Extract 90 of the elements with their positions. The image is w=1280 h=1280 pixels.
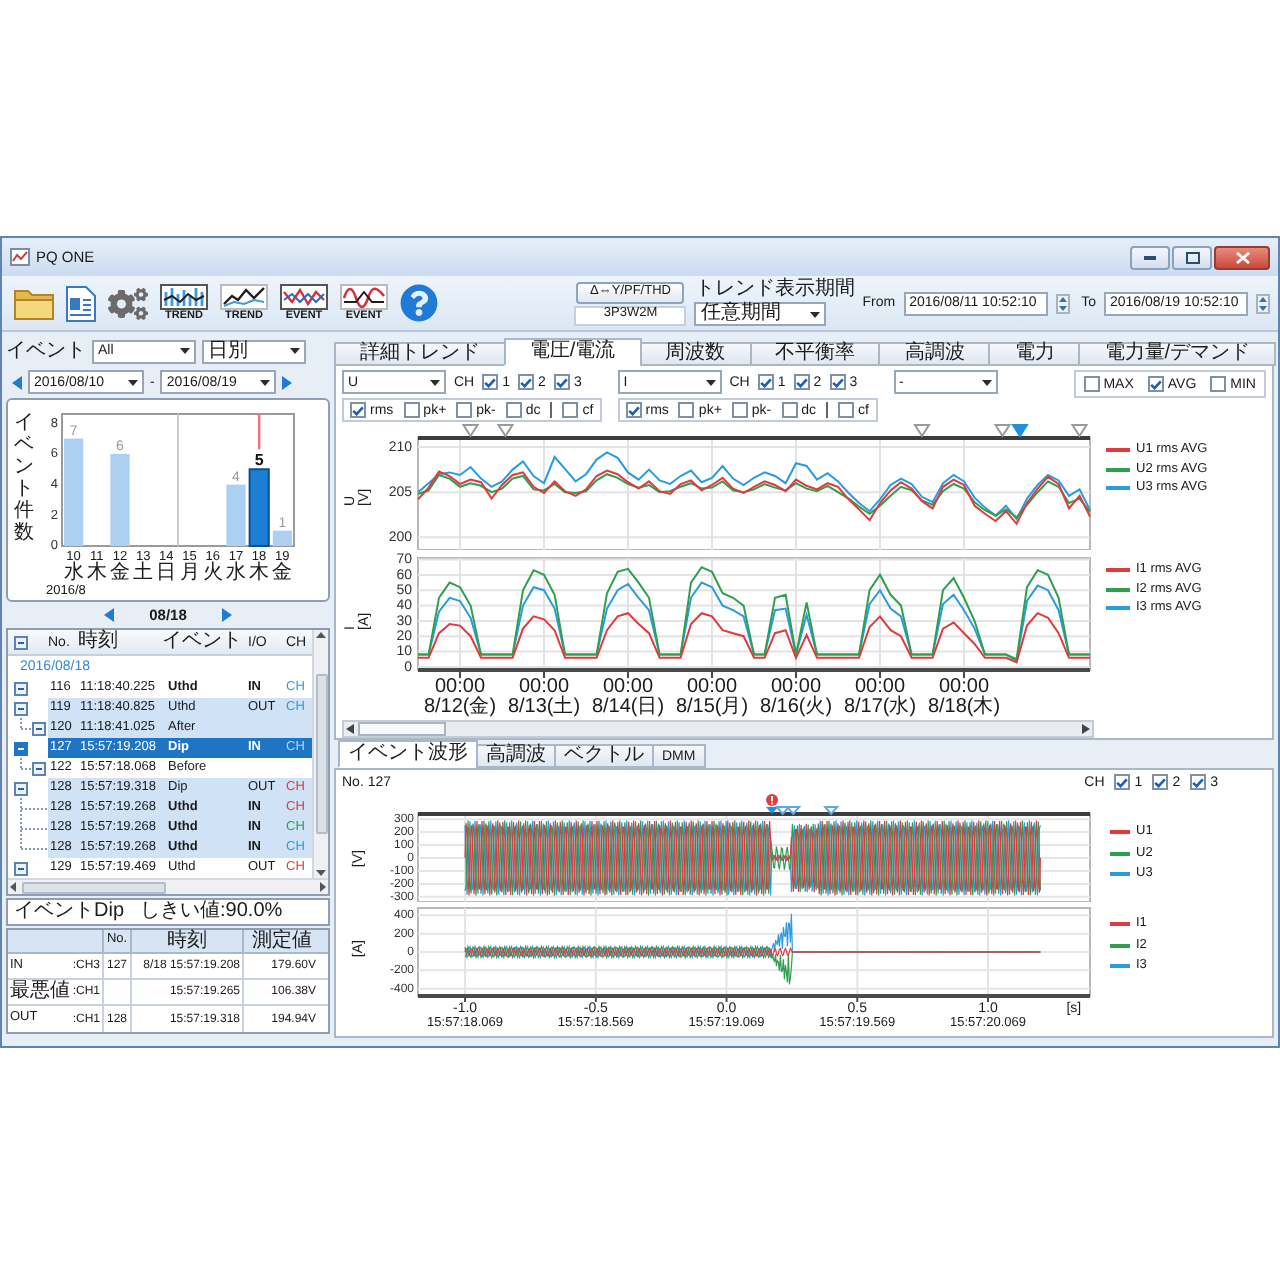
x-tick-label: 00:00 8/16(火) xyxy=(757,678,835,718)
help-icon xyxy=(400,284,438,322)
tab[interactable]: 電力量/デマンド xyxy=(1078,342,1277,366)
caret-icon xyxy=(180,348,190,354)
caret-icon xyxy=(128,379,138,385)
next-arrow-icon[interactable] xyxy=(282,375,293,389)
warning-icon xyxy=(766,794,779,806)
weekday-label: 土 xyxy=(133,564,154,584)
minus-box-icon xyxy=(32,761,46,775)
x-tick-label: 00:00 8/14(日) xyxy=(589,678,667,718)
caret-icon xyxy=(810,311,821,317)
tab[interactable]: 詳細トレンド xyxy=(334,342,506,366)
column-header: 時刻 xyxy=(132,930,244,952)
minus-box-icon[interactable] xyxy=(14,741,28,755)
minus-box-icon[interactable] xyxy=(14,701,28,715)
line-chart-icon xyxy=(220,283,268,310)
gears-icon xyxy=(108,287,148,319)
tab[interactable]: 不平衡率 xyxy=(749,342,881,366)
maximize-button[interactable] xyxy=(1172,245,1212,269)
scroll-up-icon[interactable] xyxy=(316,632,326,638)
document-icon xyxy=(66,285,96,321)
threshold-text: しきい値:90.0% xyxy=(140,902,283,922)
wave-chart-icon xyxy=(280,283,328,310)
close-button[interactable] xyxy=(1214,245,1270,269)
interval-dropdown[interactable]: 日別 xyxy=(202,339,306,363)
weekday-label: 木 xyxy=(249,564,270,584)
minus-box-icon[interactable] xyxy=(14,681,28,695)
minus-box-icon[interactable] xyxy=(14,861,28,875)
next-arrow-icon[interactable] xyxy=(222,608,233,622)
weekday-label: 火 xyxy=(202,564,223,584)
close-icon xyxy=(1235,251,1249,263)
x-tick-label: 00:00 8/18(木) xyxy=(925,678,1003,718)
x-tick-label: 00:00 8/15(月) xyxy=(673,678,751,718)
x-tick-label: 00:00 8/12(金) xyxy=(421,678,499,718)
caret-icon xyxy=(981,379,991,385)
event-filter-label: イベント xyxy=(6,341,86,361)
caret-icon xyxy=(260,379,271,385)
caret-icon xyxy=(430,379,440,385)
folder-icon xyxy=(14,287,54,319)
previous-arrow-icon[interactable] xyxy=(103,608,114,622)
weekday-label: 水 xyxy=(225,564,246,584)
event-name: イベントDip xyxy=(14,902,125,922)
scroll-thumb[interactable] xyxy=(358,722,446,736)
weekday-label: 日 xyxy=(156,564,177,584)
column-header[interactable]: イベント xyxy=(162,632,248,652)
scroll-right-icon[interactable] xyxy=(320,882,326,892)
horizontal-scrollbar[interactable] xyxy=(342,720,1094,738)
scroll-right-icon[interactable] xyxy=(1082,724,1090,734)
tab[interactable]: 電圧/電流 xyxy=(503,338,642,366)
scroll-thumb[interactable] xyxy=(315,674,327,834)
weekday-label: 水 xyxy=(63,564,84,584)
weekday-label: 木 xyxy=(86,564,107,584)
bar-line-chart-icon xyxy=(160,283,208,310)
caret-icon xyxy=(705,379,716,385)
tab[interactable]: イベント波形 xyxy=(338,740,478,768)
vertical-scrollbar[interactable] xyxy=(312,630,328,878)
minus-box-icon xyxy=(32,721,46,735)
scroll-left-icon[interactable] xyxy=(10,882,16,892)
period-dropdown[interactable]: 任意期間 xyxy=(694,302,827,326)
app-logo-icon xyxy=(10,248,30,266)
column-header: 測定値 xyxy=(250,930,314,952)
x-tick-label: 00:00 8/13(土) xyxy=(505,678,583,718)
tab[interactable]: 高調波 xyxy=(878,342,991,366)
data-label: 5 xyxy=(254,451,264,470)
column-header[interactable]: 時刻 xyxy=(78,632,162,652)
tab[interactable]: 周波数 xyxy=(639,342,752,366)
weekday-label: 月 xyxy=(179,564,200,584)
spin-icon[interactable] xyxy=(1055,293,1070,313)
maximize-icon xyxy=(1185,251,1199,263)
tab[interactable]: 高調波 xyxy=(476,744,556,768)
row-label: 最悪値 xyxy=(10,982,70,1002)
minimize-button[interactable] xyxy=(1130,245,1170,269)
caret-icon xyxy=(290,348,300,354)
wave-chart-icon xyxy=(340,283,388,310)
weekday-label: 金 xyxy=(272,564,293,584)
period-label: トレンド表示期間 xyxy=(694,280,855,300)
scroll-left-icon[interactable] xyxy=(346,724,354,734)
tab[interactable]: 電力 xyxy=(988,342,1081,366)
weekday-label: 金 xyxy=(109,564,130,584)
horizontal-scrollbar[interactable] xyxy=(8,878,328,894)
spin-icon[interactable] xyxy=(1256,293,1270,313)
x-tick-label: 00:00 8/17(水) xyxy=(841,678,919,718)
previous-arrow-icon[interactable] xyxy=(12,375,22,389)
y-axis-label: イベント件数 xyxy=(14,412,34,544)
minimize-icon xyxy=(1144,255,1156,259)
minus-box-icon[interactable] xyxy=(14,635,28,649)
scroll-thumb[interactable] xyxy=(22,881,166,893)
tab[interactable]: ベクトル xyxy=(554,744,654,768)
minus-box-icon[interactable] xyxy=(14,781,28,795)
week-separator-line xyxy=(177,413,179,547)
